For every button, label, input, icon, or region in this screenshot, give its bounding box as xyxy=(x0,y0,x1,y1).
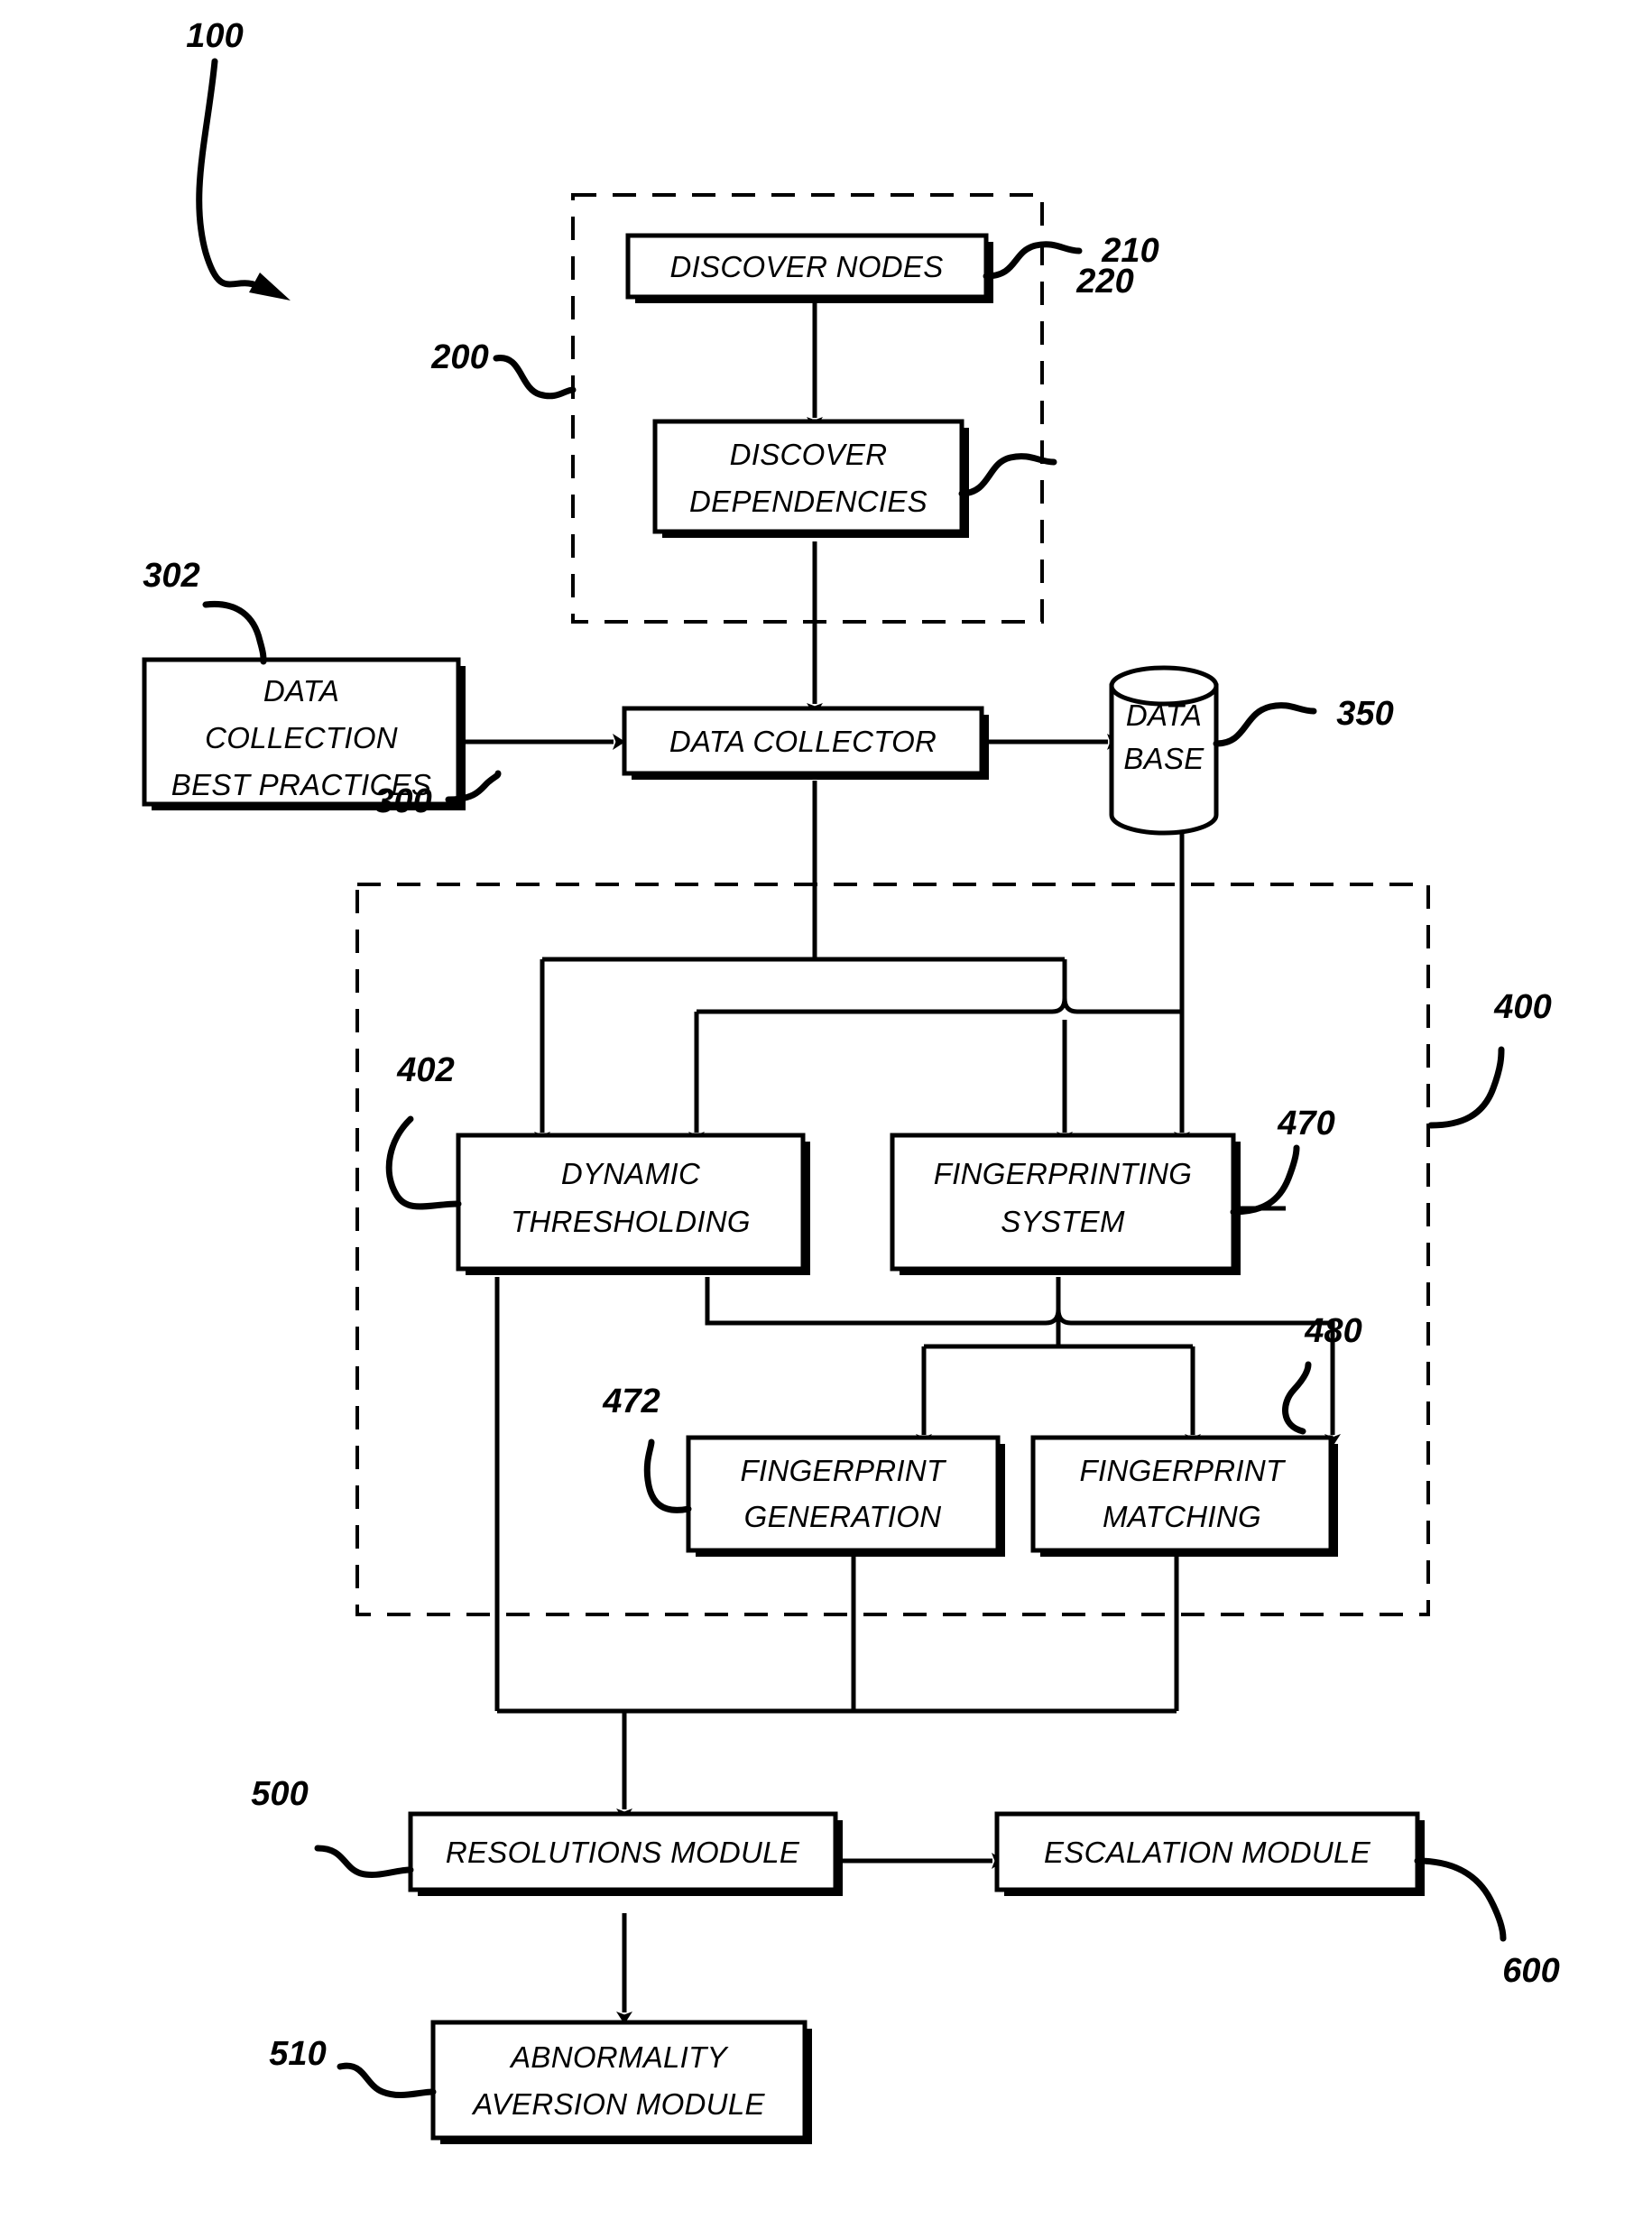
ref-label-350: 350 xyxy=(1336,695,1393,733)
fingerprinting-system-label-line1: FINGERPRINTING xyxy=(934,1157,1193,1190)
node-abnormality-aversion-module[interactable]: ABNORMALITY AVERSION MODULE xyxy=(430,2020,812,2144)
ref-label-500: 500 xyxy=(251,1775,308,1813)
node-discover-dependencies[interactable]: DISCOVER DEPENDENCIES xyxy=(652,419,969,538)
ref-label-302: 302 xyxy=(143,557,199,595)
node-escalation-module[interactable]: ESCALATION MODULE xyxy=(994,1811,1425,1896)
leader-480 xyxy=(1282,1361,1312,1435)
best-practices-label-line2: COLLECTION xyxy=(205,721,398,754)
dynamic-thresholding-label-line2: THRESHOLDING xyxy=(511,1205,751,1238)
abnormality-aversion-label-line1: ABNORMALITY xyxy=(509,2040,729,2074)
database-label-line1: DATA xyxy=(1126,698,1202,732)
leader-400 xyxy=(1427,1046,1505,1129)
leader-500 xyxy=(314,1845,414,1878)
ref-label-472: 472 xyxy=(602,1383,660,1420)
node-dynamic-thresholding[interactable]: DYNAMIC THRESHOLDING xyxy=(456,1133,810,1275)
fingerprint-generation-label-line2: GENERATION xyxy=(744,1500,942,1533)
node-fingerprint-generation[interactable]: FINGERPRINT GENERATION xyxy=(686,1435,1005,1557)
leader-210 xyxy=(983,241,1083,280)
data-collector-label: DATA COLLECTOR xyxy=(669,725,937,758)
fingerprinting-system-label-line2: SYSTEM xyxy=(1001,1205,1125,1238)
leader-472 xyxy=(643,1438,692,1513)
bus-lower-horizontal xyxy=(697,997,1182,1014)
ref-label-480: 480 xyxy=(1304,1312,1361,1350)
ref-label-510: 510 xyxy=(269,2035,326,2073)
dynamic-thresholding-label-line1: DYNAMIC xyxy=(561,1157,701,1190)
leader-600 xyxy=(1414,1857,1507,1942)
edge-dynamic-threshold-to-fingerprint-bus xyxy=(705,1277,1341,1447)
ref-label-100: 100 xyxy=(186,17,243,55)
diagram-canvas: DISCOVER NODES DISCOVER DEPENDENCIES DAT… xyxy=(142,17,1560,2144)
escalation-module-label: ESCALATION MODULE xyxy=(1044,1836,1371,1869)
leader-220 xyxy=(958,453,1057,497)
node-resolutions-module[interactable]: RESOLUTIONS MODULE xyxy=(408,1811,843,1896)
fingerprint-matching-label-line2: MATCHING xyxy=(1103,1500,1261,1533)
resolutions-module-label: RESOLUTIONS MODULE xyxy=(446,1836,800,1869)
fingerprint-generation-label-line1: FINGERPRINT xyxy=(741,1454,948,1487)
discover-dependencies-label-line1: DISCOVER xyxy=(730,438,888,471)
ref-label-200: 200 xyxy=(430,338,488,376)
leader-350 xyxy=(1213,702,1317,747)
database-label-line2: BASE xyxy=(1123,742,1204,775)
ref-label-470: 470 xyxy=(1277,1105,1334,1142)
discover-nodes-label: DISCOVER NODES xyxy=(669,250,943,283)
node-discover-nodes[interactable]: DISCOVER NODES xyxy=(625,233,993,303)
leader-200 xyxy=(493,355,577,400)
leader-510 xyxy=(337,2062,437,2099)
leader-470 xyxy=(1230,1144,1300,1216)
node-data-collector[interactable]: DATA COLLECTOR xyxy=(622,706,989,780)
node-fingerprinting-system[interactable]: FINGERPRINTING SYSTEM xyxy=(890,1133,1241,1275)
leader-302 xyxy=(202,600,267,665)
node-database[interactable]: DATA BASE xyxy=(1109,665,1219,836)
best-practices-label-line1: DATA xyxy=(263,674,339,708)
ref-label-220: 220 xyxy=(1075,263,1133,301)
patent-figure: DISCOVER NODES DISCOVER DEPENDENCIES DAT… xyxy=(0,0,1652,2220)
ref-label-402: 402 xyxy=(396,1051,454,1089)
ref-label-400: 400 xyxy=(1493,988,1551,1026)
abnormality-aversion-label-line2: AVERSION MODULE xyxy=(471,2087,765,2121)
leader-100-arrowhead xyxy=(249,273,291,301)
leader-100 xyxy=(196,58,267,292)
ref-label-600: 600 xyxy=(1502,1952,1559,1990)
ref-label-300: 300 xyxy=(374,782,431,820)
leader-402 xyxy=(385,1115,462,1210)
node-fingerprint-matching[interactable]: FINGERPRINT MATCHING xyxy=(1030,1435,1338,1557)
discover-dependencies-label-line2: DEPENDENCIES xyxy=(689,485,928,518)
fingerprint-matching-label-line1: FINGERPRINT xyxy=(1080,1454,1287,1487)
